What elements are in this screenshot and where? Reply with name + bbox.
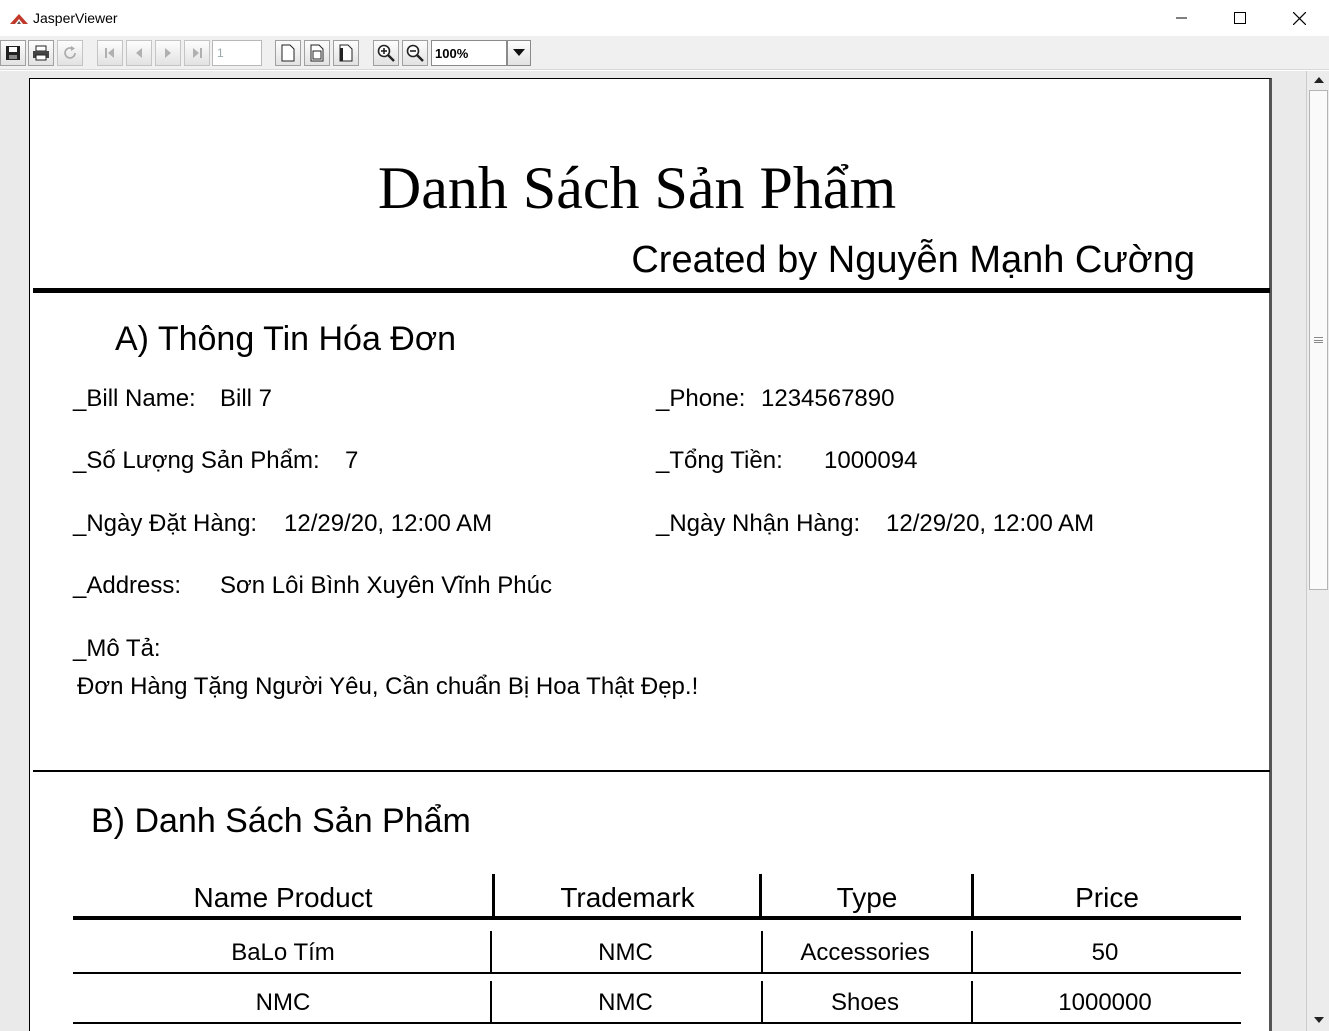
report-page: Danh Sách Sản Phẩm Created by Nguyễn Mạn… bbox=[29, 78, 1272, 1031]
zoom-in-button[interactable] bbox=[373, 40, 399, 66]
table-cell: NMC bbox=[598, 989, 653, 1016]
quantity-label: _Số Lượng Sản Phẩm: bbox=[73, 447, 320, 474]
save-icon bbox=[6, 46, 20, 60]
scroll-up-button[interactable] bbox=[1309, 71, 1328, 89]
first-page-button[interactable] bbox=[97, 40, 123, 66]
total-label: _Tổng Tiền: bbox=[656, 447, 783, 474]
title-divider bbox=[33, 288, 1270, 293]
report-author: Created by Nguyễn Mạnh Cường bbox=[631, 239, 1195, 281]
row-column-separator bbox=[971, 981, 973, 1023]
jasper-app-icon bbox=[10, 14, 28, 24]
column-header-trademark: Trademark bbox=[560, 882, 695, 913]
column-header-price: Price bbox=[1075, 882, 1139, 913]
zoom-level-field[interactable]: 100% bbox=[431, 40, 507, 66]
next-page-button[interactable] bbox=[155, 40, 181, 66]
table-cell: NMC bbox=[598, 939, 653, 966]
table-cell: Accessories bbox=[800, 939, 930, 966]
total-value: 1000094 bbox=[824, 447, 918, 474]
order-date-value: 12/29/20, 12:00 AM bbox=[284, 510, 493, 537]
quantity-value: 7 bbox=[345, 447, 359, 474]
zoom-out-icon bbox=[406, 44, 424, 62]
header-column-separator bbox=[971, 874, 974, 918]
arrow-down-icon bbox=[1313, 1017, 1324, 1023]
actual-size-button[interactable] bbox=[275, 40, 301, 66]
address-label: _Address: bbox=[73, 572, 182, 599]
fit-page-icon bbox=[310, 44, 324, 62]
print-icon bbox=[33, 45, 49, 61]
section-b-title: B) Danh Sách Sản Phẩm bbox=[91, 802, 471, 840]
receive-date-label: _Ngày Nhận Hàng: bbox=[656, 510, 861, 537]
window-titlebar: JasperViewer bbox=[0, 0, 1329, 36]
section-a-title: A) Thông Tin Hóa Đơn bbox=[115, 320, 457, 358]
order-date-label: _Ngày Đặt Hàng: bbox=[73, 510, 258, 537]
viewer-toolbar: 100% bbox=[0, 36, 1329, 70]
row-divider bbox=[73, 1022, 1241, 1024]
chevron-down-icon bbox=[513, 49, 525, 56]
maximize-button[interactable] bbox=[1211, 0, 1269, 36]
next-page-icon bbox=[165, 48, 171, 58]
fit-width-icon bbox=[339, 44, 353, 62]
first-page-icon bbox=[105, 48, 114, 58]
description-label: _Mô Tả: bbox=[73, 635, 161, 662]
zoom-out-button[interactable] bbox=[402, 40, 428, 66]
grip-icon bbox=[1314, 337, 1323, 343]
row-divider bbox=[73, 972, 1241, 974]
actual-size-page-icon bbox=[281, 44, 295, 62]
table-cell: BaLo Tím bbox=[231, 939, 335, 966]
close-button[interactable] bbox=[1270, 0, 1328, 36]
print-button[interactable] bbox=[28, 40, 54, 66]
save-button[interactable] bbox=[0, 40, 26, 66]
previous-page-icon bbox=[136, 48, 142, 58]
bill-name-value: Bill 7 bbox=[220, 385, 273, 412]
header-column-separator bbox=[759, 874, 762, 918]
table-cell: Shoes bbox=[830, 989, 900, 1016]
minimize-icon bbox=[1176, 17, 1187, 19]
address-value: Sơn Lôi Bình Xuyên Vĩnh Phúc bbox=[220, 572, 552, 599]
table-cell: 1000000 bbox=[1058, 989, 1152, 1016]
report-title: Danh Sách Sản Phẩm bbox=[377, 155, 897, 221]
header-column-separator bbox=[492, 874, 495, 918]
close-icon bbox=[1292, 11, 1306, 25]
page-number-input[interactable] bbox=[212, 40, 262, 66]
row-column-separator bbox=[490, 931, 492, 973]
row-column-separator bbox=[971, 931, 973, 973]
scrollbar-thumb[interactable] bbox=[1309, 90, 1328, 590]
last-page-icon bbox=[193, 48, 202, 58]
row-column-separator bbox=[490, 981, 492, 1023]
receive-date-value: 12/29/20, 12:00 AM bbox=[886, 510, 1095, 537]
window-title: JasperViewer bbox=[33, 10, 118, 26]
reload-button[interactable] bbox=[57, 40, 83, 66]
previous-page-button[interactable] bbox=[126, 40, 152, 66]
phone-value: 1234567890 bbox=[761, 385, 895, 412]
fit-page-button[interactable] bbox=[304, 40, 330, 66]
scroll-down-button[interactable] bbox=[1309, 1011, 1328, 1029]
column-header-name-product: Name Product bbox=[193, 882, 373, 913]
maximize-icon bbox=[1234, 12, 1246, 24]
vertical-scrollbar[interactable] bbox=[1306, 71, 1329, 1031]
last-page-button[interactable] bbox=[184, 40, 210, 66]
table-cell: NMC bbox=[255, 989, 311, 1016]
row-column-separator bbox=[761, 981, 763, 1023]
fit-width-button[interactable] bbox=[333, 40, 359, 66]
report-viewport[interactable]: Danh Sách Sản Phẩm Created by Nguyễn Mạn… bbox=[0, 71, 1306, 1031]
table-cell: 50 bbox=[1091, 939, 1119, 966]
minimize-button[interactable] bbox=[1153, 0, 1211, 36]
bill-name-label: _Bill Name: bbox=[73, 385, 196, 412]
description-value: Đơn Hàng Tặng Người Yêu, Cần chuẩn Bị Ho… bbox=[77, 673, 699, 700]
zoom-in-icon bbox=[377, 44, 395, 62]
zoom-dropdown-button[interactable] bbox=[507, 40, 531, 66]
header-underline bbox=[73, 916, 1241, 920]
reload-icon bbox=[64, 46, 76, 59]
column-header-type: Type bbox=[836, 882, 898, 913]
row-column-separator bbox=[761, 931, 763, 973]
arrow-up-icon bbox=[1313, 77, 1324, 83]
section-divider bbox=[33, 770, 1270, 772]
phone-label: _Phone: bbox=[656, 385, 746, 412]
